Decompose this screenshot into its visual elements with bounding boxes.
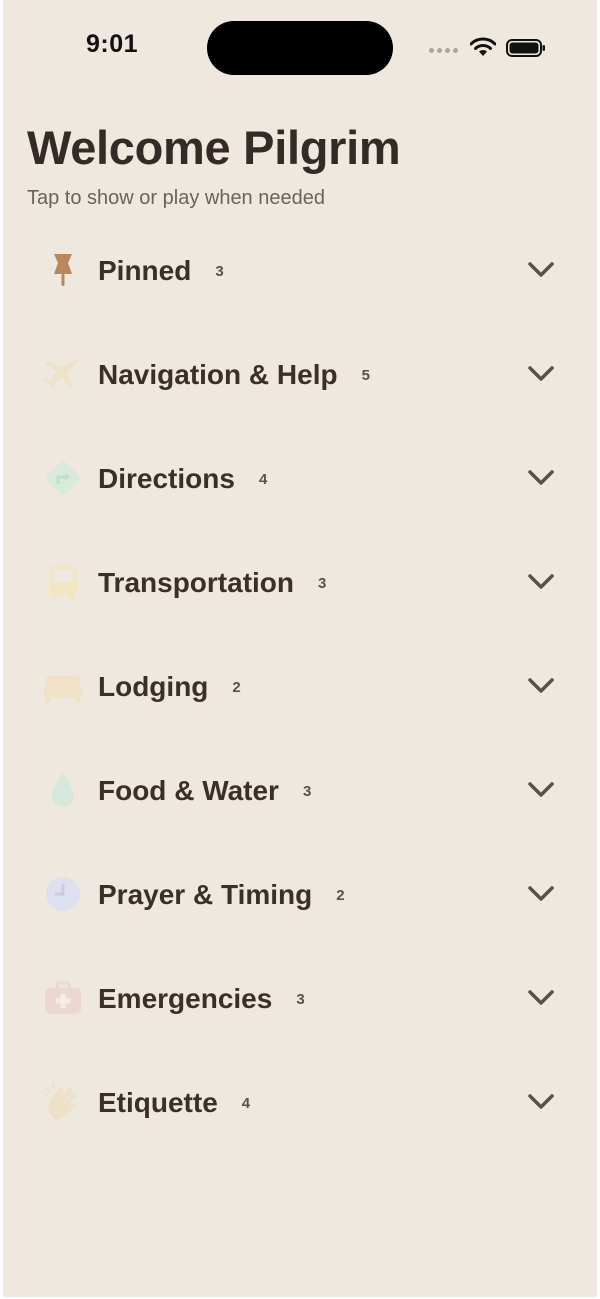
airplane-icon — [43, 359, 79, 391]
clapping-hands-icon — [44, 1083, 77, 1119]
bed-icon — [44, 676, 82, 703]
category-count: 2 — [336, 886, 345, 904]
status-time: 9:01 — [86, 30, 139, 58]
category-count: 3 — [215, 262, 224, 280]
category-row-lodging[interactable]: Lodging 2 — [3, 634, 597, 738]
chevron-down-icon[interactable] — [527, 884, 555, 904]
category-count: 3 — [296, 990, 305, 1008]
battery-icon — [506, 39, 545, 57]
category-row-etiquette[interactable]: Etiquette 4 — [3, 1050, 597, 1154]
category-list: Pinned 3 Navigation & Help 5 Directions … — [3, 218, 597, 1154]
wifi-icon — [470, 37, 496, 56]
chevron-down-icon[interactable] — [527, 780, 555, 800]
category-count: 3 — [318, 574, 327, 592]
category-row-food-water[interactable]: Food & Water 3 — [3, 738, 597, 842]
dynamic-island — [207, 21, 393, 75]
category-label: Directions — [98, 463, 235, 494]
category-row-directions[interactable]: Directions 4 — [3, 426, 597, 530]
category-row-transportation[interactable]: Transportation 3 — [3, 530, 597, 634]
cellular-signal-icon — [429, 48, 459, 56]
category-row-prayer-timing[interactable]: Prayer & Timing 2 — [3, 842, 597, 946]
category-label: Food & Water — [98, 775, 279, 806]
category-count: 4 — [241, 1094, 251, 1112]
direction-sign-icon — [46, 461, 80, 495]
droplet-icon — [52, 773, 74, 807]
chevron-down-icon[interactable] — [527, 1092, 555, 1112]
chevron-down-icon[interactable] — [527, 260, 555, 280]
chevron-down-icon[interactable] — [527, 468, 555, 488]
category-label: Lodging — [98, 671, 209, 702]
chevron-down-icon[interactable] — [527, 364, 555, 384]
category-label: Etiquette — [98, 1087, 218, 1118]
category-row-emergencies[interactable]: Emergencies 3 — [3, 946, 597, 1050]
category-row-navigation-help[interactable]: Navigation & Help 5 — [3, 322, 597, 426]
chevron-down-icon[interactable] — [527, 676, 555, 696]
category-label: Emergencies — [98, 983, 273, 1014]
bus-icon — [49, 565, 77, 600]
category-count: 4 — [258, 470, 268, 488]
pushpin-icon — [54, 254, 72, 286]
category-count: 2 — [232, 678, 241, 696]
first-aid-kit-icon — [45, 981, 81, 1014]
category-count: 3 — [302, 782, 312, 800]
category-label: Transportation — [98, 567, 295, 598]
category-label: Pinned — [98, 255, 192, 286]
page-subtitle: Tap to show or play when needed — [27, 187, 325, 209]
category-row-pinned[interactable]: Pinned 3 — [3, 218, 597, 322]
app-screen: 9:01 Welcome Pilgrim Tap to show or play… — [3, 0, 597, 1297]
category-label: Prayer & Timing — [98, 879, 313, 910]
clock-icon — [46, 877, 80, 911]
category-count: 5 — [361, 366, 370, 384]
category-label: Navigation & Help — [98, 359, 338, 390]
page-title: Welcome Pilgrim — [27, 121, 401, 174]
chevron-down-icon[interactable] — [527, 572, 555, 592]
chevron-down-icon[interactable] — [527, 988, 555, 1008]
